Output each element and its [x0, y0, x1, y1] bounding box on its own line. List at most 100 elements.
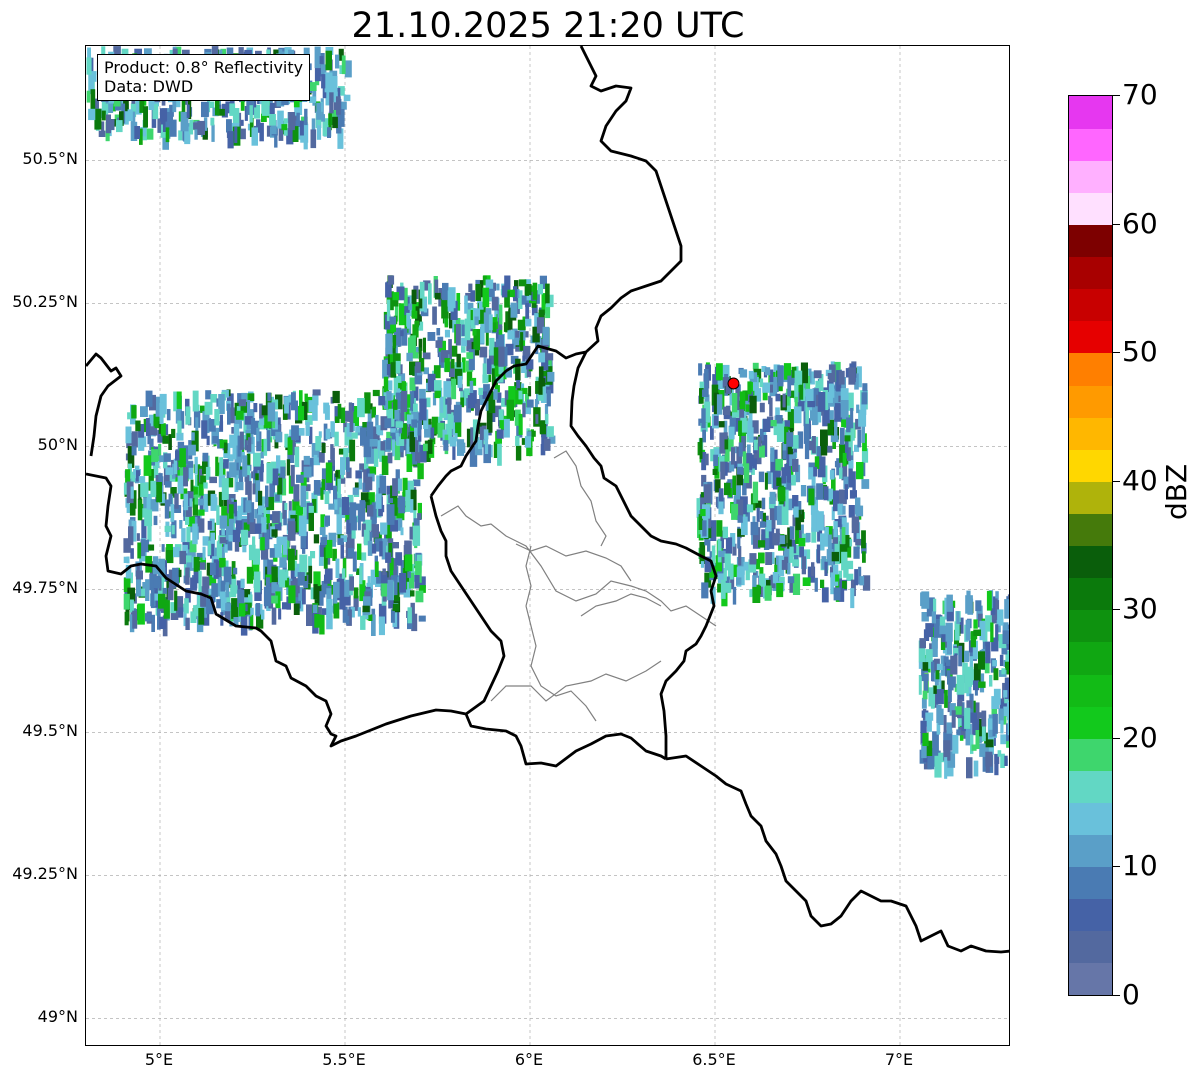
- colorbar-tick-label: 10: [1122, 849, 1158, 883]
- echo-pixel: [749, 553, 757, 565]
- y-tick-label: 49°N: [37, 1007, 78, 1027]
- echo-pixel: [384, 418, 392, 429]
- echo-pixel: [140, 406, 148, 417]
- echo-pixel: [335, 470, 339, 478]
- colorbar-tick: [1113, 995, 1120, 996]
- echo-pixel: [211, 124, 215, 142]
- echo-pixel: [835, 574, 840, 582]
- echo-pixel: [745, 404, 750, 412]
- echo-pixel: [198, 608, 205, 625]
- echo-pixel: [782, 393, 786, 408]
- echo-pixel: [201, 101, 209, 118]
- echo-pixel: [736, 577, 742, 585]
- echo-pixel: [925, 712, 934, 721]
- echo-pixel: [792, 559, 800, 567]
- echo-pixel: [143, 455, 152, 476]
- colorbar-segment: [1069, 770, 1112, 803]
- echo-pixel: [827, 534, 832, 551]
- echo-pixel: [440, 396, 444, 413]
- echo-pixel: [499, 304, 503, 325]
- radar-echo-layer: [86, 46, 1009, 779]
- echo-pixel: [748, 370, 754, 379]
- echo-pixel: [388, 275, 395, 285]
- echo-pixel: [1007, 713, 1009, 736]
- echo-pixel: [245, 500, 252, 513]
- echo-pixel: [700, 509, 706, 517]
- echo-pixel: [412, 525, 421, 546]
- echo-pixel: [178, 130, 183, 141]
- colorbar-segment: [1069, 513, 1112, 547]
- echo-pixel: [482, 363, 487, 382]
- echo-pixel: [148, 544, 155, 551]
- echo-pixel: [357, 543, 362, 560]
- echo-pixel: [209, 562, 216, 576]
- echo-pixel: [848, 468, 853, 488]
- echo-pixel: [380, 522, 388, 535]
- echo-pixel: [193, 486, 198, 495]
- echo-pixel: [210, 394, 218, 403]
- echo-pixel: [127, 412, 131, 420]
- echo-pixel: [411, 310, 418, 319]
- echo-pixel: [493, 389, 498, 400]
- echo-pixel: [310, 551, 316, 559]
- echo-pixel: [369, 439, 378, 447]
- echo-pixel: [827, 373, 836, 380]
- echo-pixel: [260, 463, 264, 473]
- echo-pixel: [313, 480, 321, 495]
- radar-map[interactable]: [85, 45, 1010, 1046]
- echo-pixel: [235, 410, 244, 420]
- echo-pixel: [128, 455, 133, 464]
- echo-pixel: [954, 621, 960, 641]
- echo-pixel: [1001, 668, 1006, 675]
- echo-pixel: [101, 110, 106, 121]
- x-tick-label: 6.5°E: [692, 1050, 736, 1069]
- echo-pixel: [443, 440, 449, 451]
- echo-pixel: [284, 502, 288, 510]
- echo-pixel: [324, 574, 331, 584]
- echo-pixel: [313, 534, 320, 544]
- echo-pixel: [161, 423, 166, 437]
- echo-pixel: [181, 528, 186, 543]
- echo-pixel: [159, 108, 168, 122]
- echo-pixel: [140, 436, 147, 448]
- echo-pixel: [266, 462, 273, 484]
- echo-pixel: [129, 501, 136, 516]
- echo-pixel: [730, 447, 736, 465]
- colorbar-segment: [1069, 192, 1112, 226]
- echo-pixel: [723, 432, 728, 440]
- echo-pixel: [335, 54, 340, 69]
- echo-pixel: [357, 607, 361, 617]
- echo-pixel: [190, 577, 197, 591]
- echo-pixel: [326, 615, 333, 630]
- echo-pixel: [1008, 625, 1009, 636]
- echo-pixel: [336, 96, 341, 115]
- echo-pixel: [731, 503, 739, 520]
- echo-pixel: [360, 615, 366, 630]
- echo-pixel: [787, 409, 795, 432]
- echo-pixel: [131, 405, 137, 419]
- echo-pixel: [842, 452, 847, 467]
- echo-pixel: [203, 493, 209, 512]
- echo-pixel: [390, 362, 397, 378]
- echo-pixel: [776, 583, 784, 598]
- echo-pixel: [392, 292, 399, 301]
- echo-pixel: [163, 599, 170, 619]
- echo-pixel: [524, 436, 532, 448]
- echo-pixel: [700, 561, 705, 568]
- echo-pixel: [315, 436, 322, 451]
- echo-pixel: [392, 478, 398, 496]
- echo-pixel: [522, 355, 526, 362]
- echo-pixel: [330, 421, 335, 438]
- echo-pixel: [698, 363, 703, 376]
- echo-pixel: [359, 566, 363, 585]
- echo-pixel: [415, 590, 424, 603]
- echo-pixel: [174, 493, 179, 509]
- echo-pixel: [362, 501, 366, 509]
- echo-pixel: [712, 468, 718, 475]
- echo-pixel: [266, 430, 271, 452]
- echo-pixel: [383, 376, 389, 393]
- echo-pixel: [365, 476, 373, 491]
- echo-pixel: [491, 296, 499, 311]
- echo-pixel: [444, 329, 450, 338]
- echo-pixel: [856, 404, 860, 414]
